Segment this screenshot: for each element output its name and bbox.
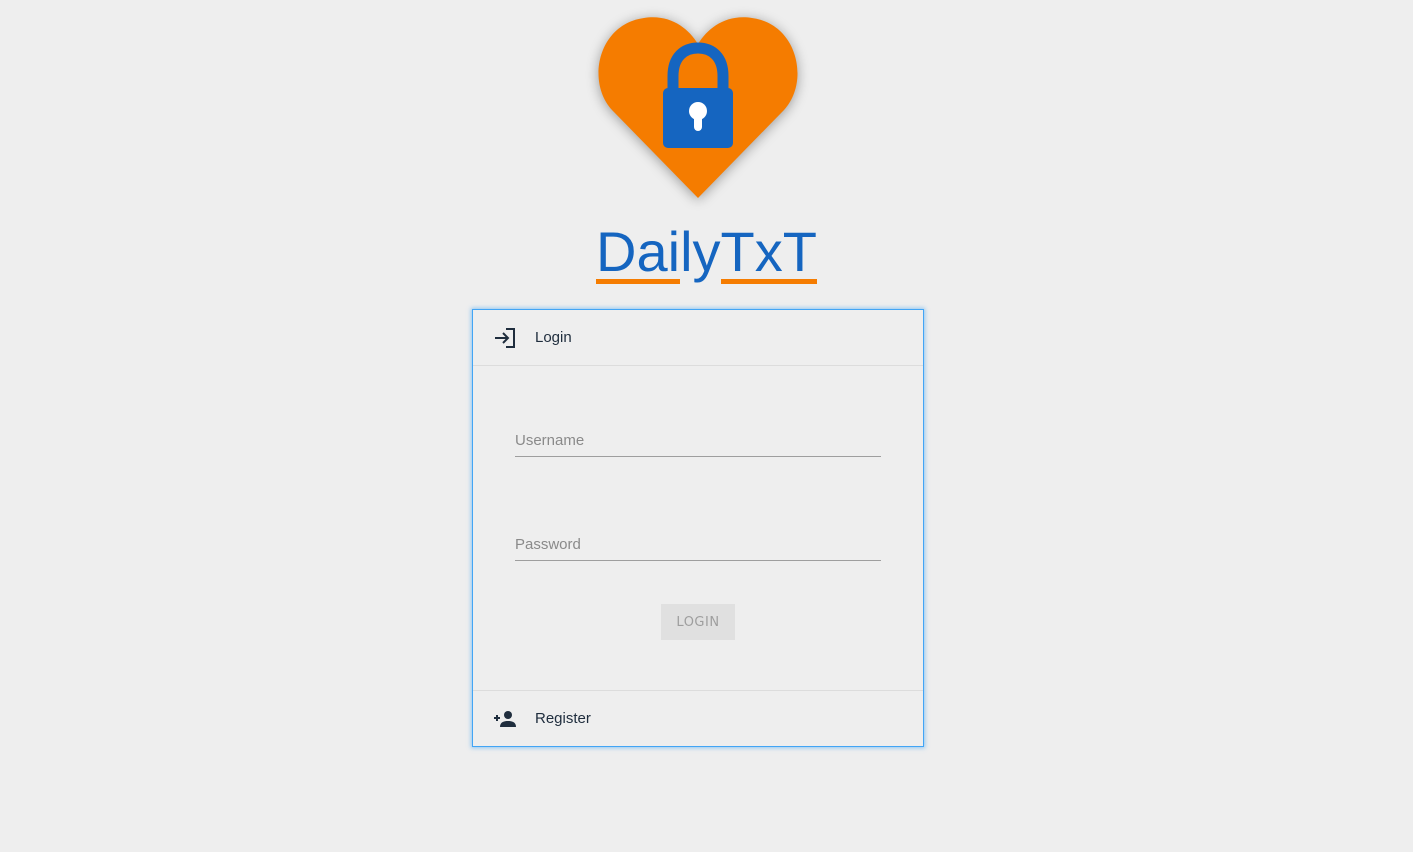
app-title[interactable]: DailyTxT — [0, 220, 1413, 284]
auth-panel: Login LOGIN Register — [472, 309, 924, 747]
add-user-icon — [493, 707, 517, 731]
password-input[interactable] — [515, 520, 881, 560]
register-section-label: Register — [535, 710, 591, 727]
login-icon — [493, 326, 517, 350]
login-button[interactable]: LOGIN — [661, 604, 735, 640]
app-title-part-2: ly — [680, 220, 721, 283]
login-section-header[interactable]: Login — [473, 310, 923, 365]
username-field-wrapper — [515, 416, 881, 457]
login-form: LOGIN — [473, 366, 923, 690]
app-title-part-1: Dai — [596, 220, 681, 284]
password-field-wrapper — [515, 520, 881, 561]
username-input[interactable] — [515, 416, 881, 456]
login-page: DailyTxT Login LOGIN — [0, 0, 1413, 852]
app-title-part-3: TxT — [720, 220, 817, 284]
login-section-label: Login — [535, 329, 572, 346]
register-section-header[interactable]: Register — [473, 691, 923, 746]
heart-lock-icon — [592, 10, 804, 206]
